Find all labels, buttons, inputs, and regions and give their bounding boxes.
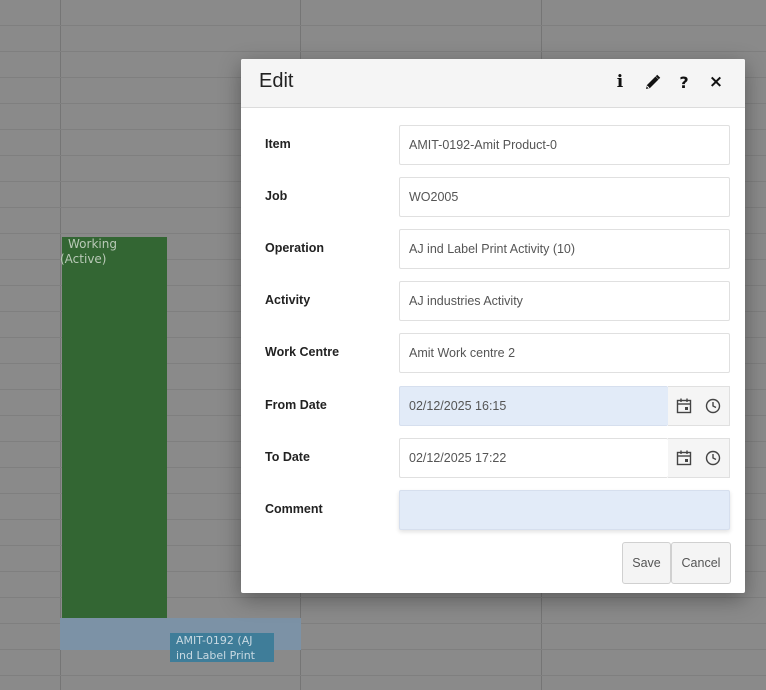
cancel-button[interactable]: Cancel (671, 542, 731, 584)
from-date-buttons (668, 386, 730, 426)
info-icon[interactable]: i (611, 72, 629, 92)
form-row-item: Item AMIT-0192-Amit Product-0 (241, 125, 745, 167)
operation-field[interactable]: AJ ind Label Print Activity (10) (399, 229, 730, 269)
scheduler-event-chip[interactable]: AMIT-0192 (AJ ind Label Print (170, 633, 274, 662)
activity-field[interactable]: AJ industries Activity (399, 281, 730, 321)
to-date-field[interactable]: 02/12/2025 17:22 (399, 438, 668, 478)
comment-input[interactable] (399, 490, 730, 530)
edit-dialog: Edit i ? × Item AMIT-0192-Amit Product-0… (241, 59, 745, 593)
save-button[interactable]: Save (622, 542, 671, 584)
dialog-header-icons: i ? × (611, 72, 725, 92)
calendar-icon[interactable] (675, 449, 693, 467)
event-chip-line2: ind Label Print (176, 649, 255, 662)
comment-label: Comment (265, 502, 323, 516)
form-row-comment: Comment (241, 490, 745, 532)
job-label: Job (265, 189, 288, 203)
form-row-activity: Activity AJ industries Activity (241, 281, 745, 323)
help-icon[interactable]: ? (675, 72, 693, 92)
from-date-field[interactable]: 02/12/2025 16:15 (399, 386, 668, 426)
scheduler-event-bar[interactable]: Working (Active) (60, 237, 167, 634)
dialog-title: Edit (259, 70, 294, 92)
work-centre-label: Work Centre (265, 345, 340, 359)
form-row-operation: Operation AJ ind Label Print Activity (1… (241, 229, 745, 271)
operation-label: Operation (265, 241, 325, 255)
to-date-label: To Date (265, 450, 310, 464)
clock-icon[interactable] (704, 397, 722, 415)
form-row-job: Job WO2005 (241, 177, 745, 219)
item-label: Item (265, 137, 291, 151)
form-row-from-date: From Date 02/12/2025 16:15 (241, 386, 745, 428)
form-row-work-centre: Work Centre Amit Work centre 2 (241, 333, 745, 375)
to-date-buttons (668, 438, 730, 478)
from-date-label: From Date (265, 398, 327, 412)
pencil-icon[interactable] (643, 72, 661, 92)
event-bar-status: (Active) (60, 252, 107, 266)
work-centre-field[interactable]: Amit Work centre 2 (399, 333, 730, 373)
event-chip-line1: AMIT-0192 (AJ (176, 634, 253, 647)
form-row-to-date: To Date 02/12/2025 17:22 (241, 438, 745, 480)
activity-label: Activity (265, 293, 311, 307)
item-field[interactable]: AMIT-0192-Amit Product-0 (399, 125, 730, 165)
close-icon[interactable]: × (707, 72, 725, 92)
dialog-header: Edit i ? × (241, 59, 745, 108)
event-bar-label: Working (68, 237, 117, 251)
calendar-icon[interactable] (675, 397, 693, 415)
job-field[interactable]: WO2005 (399, 177, 730, 217)
clock-icon[interactable] (704, 449, 722, 467)
